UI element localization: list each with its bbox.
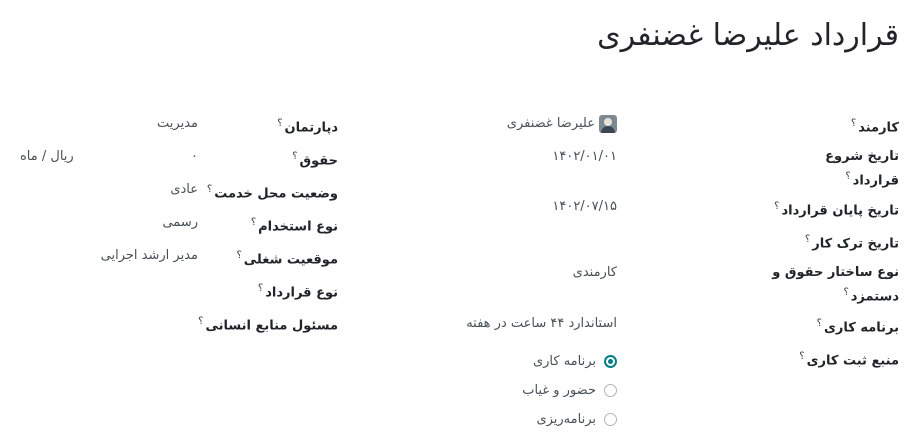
contract-form-right: کارمند؟ علیرضا غضنفری تاریخ شروع قرارداد…: [450, 108, 899, 434]
work-location-row: وضعیت محل خدمت؟ عادی: [20, 174, 338, 207]
help-icon[interactable]: ؟: [843, 287, 848, 298]
employee-field[interactable]: علیرضا غضنفری: [450, 108, 767, 134]
contract-type-row: نوع قرارداد؟: [20, 273, 338, 306]
work-entry-source-row: منبع ثبت کاری؟ برنامه کاری حضور و غیاب ب…: [450, 341, 899, 434]
radio-unchecked-icon[interactable]: [604, 412, 617, 426]
contract-type-label: نوع قرارداد؟: [257, 283, 338, 301]
contract-form-left: دپارتمان؟ مدیریت حقوق؟ ۰ ریال / ماه وضعیت…: [20, 108, 338, 339]
hr-responsible-row: مسئول منابع انسانی؟: [20, 306, 338, 339]
end-date-label: تاریخ پایان قرارداد؟: [774, 201, 899, 219]
wage-label: حقوق؟: [292, 151, 338, 169]
employment-type-label: نوع استخدام؟: [250, 217, 338, 235]
page-title: قرارداد علیرضا غضنفری: [597, 18, 899, 53]
help-icon[interactable]: ؟: [774, 201, 779, 212]
department-row: دپارتمان؟ مدیریت: [20, 108, 338, 141]
wage-row: حقوق؟ ۰ ریال / ماه: [20, 141, 338, 174]
help-icon[interactable]: ؟: [845, 171, 850, 182]
leave-date-row: تاریخ ترک کار؟: [450, 224, 899, 257]
employee-label: کارمند؟: [850, 118, 899, 136]
radio-unchecked-icon[interactable]: [604, 383, 617, 397]
job-position-field[interactable]: مدیر ارشد اجرایی: [20, 240, 198, 266]
work-schedule-label: برنامه کاری؟: [816, 317, 899, 335]
work-schedule-field[interactable]: استاندارد ۴۴ ساعت در هفته: [450, 308, 767, 334]
help-icon[interactable]: ؟: [277, 118, 282, 129]
work-location-field[interactable]: عادی: [20, 174, 198, 200]
help-icon[interactable]: ؟: [236, 250, 241, 261]
end-date-field[interactable]: ۱۴۰۲/۰۷/۱۵: [450, 191, 767, 217]
work-schedule-row: برنامه کاری؟ استاندارد ۴۴ ساعت در هفته: [450, 308, 899, 341]
end-date-row: تاریخ پایان قرارداد؟ ۱۴۰۲/۰۷/۱۵: [450, 191, 899, 224]
help-icon[interactable]: ؟: [851, 118, 856, 129]
help-icon[interactable]: ؟: [198, 316, 203, 327]
work-entry-source-label: منبع ثبت کاری؟: [799, 350, 899, 368]
wage-field[interactable]: ۰ ریال / ماه: [20, 141, 198, 167]
job-position-label: موقعیت شغلی؟: [236, 250, 338, 268]
salary-structure-row: نوع ساختار حقوق و دستمزد؟ کارمندی: [450, 257, 899, 307]
job-position-row: موقعیت شغلی؟ مدیر ارشد اجرایی: [20, 240, 338, 273]
start-date-field[interactable]: ۱۴۰۲/۰۱/۰۱: [450, 141, 767, 167]
leave-date-field[interactable]: [450, 224, 767, 230]
help-icon[interactable]: ؟: [207, 184, 212, 195]
avatar: [599, 114, 617, 133]
help-icon[interactable]: ؟: [817, 318, 822, 329]
department-field[interactable]: مدیریت: [20, 108, 198, 134]
help-icon[interactable]: ؟: [799, 351, 804, 362]
help-icon[interactable]: ؟: [292, 151, 297, 162]
contract-type-field[interactable]: [20, 273, 198, 279]
start-date-row: تاریخ شروع قرارداد؟ ۱۴۰۲/۰۱/۰۱: [450, 141, 899, 191]
salary-structure-field[interactable]: کارمندی: [450, 257, 767, 283]
radio-option-attendance[interactable]: حضور و غیاب: [522, 376, 617, 405]
help-icon[interactable]: ؟: [258, 283, 263, 294]
wage-amount[interactable]: ۰: [191, 147, 198, 167]
leave-date-label: تاریخ ترک کار؟: [804, 234, 899, 252]
help-icon[interactable]: ؟: [805, 234, 810, 245]
employment-type-row: نوع استخدام؟ رسمی: [20, 207, 338, 240]
work-entry-source-radio-group: برنامه کاری حضور و غیاب برنامه‌ریزی: [522, 341, 767, 434]
hr-responsible-field[interactable]: [20, 306, 198, 312]
help-icon[interactable]: ؟: [251, 217, 256, 228]
wage-unit: ریال / ماه: [20, 149, 74, 164]
employee-row: کارمند؟ علیرضا غضنفری: [450, 108, 899, 141]
hr-responsible-label: مسئول منابع انسانی؟: [198, 316, 338, 334]
department-label: دپارتمان؟: [277, 118, 338, 136]
radio-option-planning[interactable]: برنامه‌ریزی: [522, 405, 617, 434]
radio-option-work-schedule[interactable]: برنامه کاری: [522, 347, 617, 376]
start-date-label: تاریخ شروع قرارداد؟: [825, 149, 899, 189]
work-location-label: وضعیت محل خدمت؟: [206, 184, 338, 202]
salary-structure-label: نوع ساختار حقوق و دستمزد؟: [772, 265, 899, 305]
radio-checked-icon[interactable]: [604, 354, 617, 368]
employment-type-field[interactable]: رسمی: [20, 207, 198, 233]
